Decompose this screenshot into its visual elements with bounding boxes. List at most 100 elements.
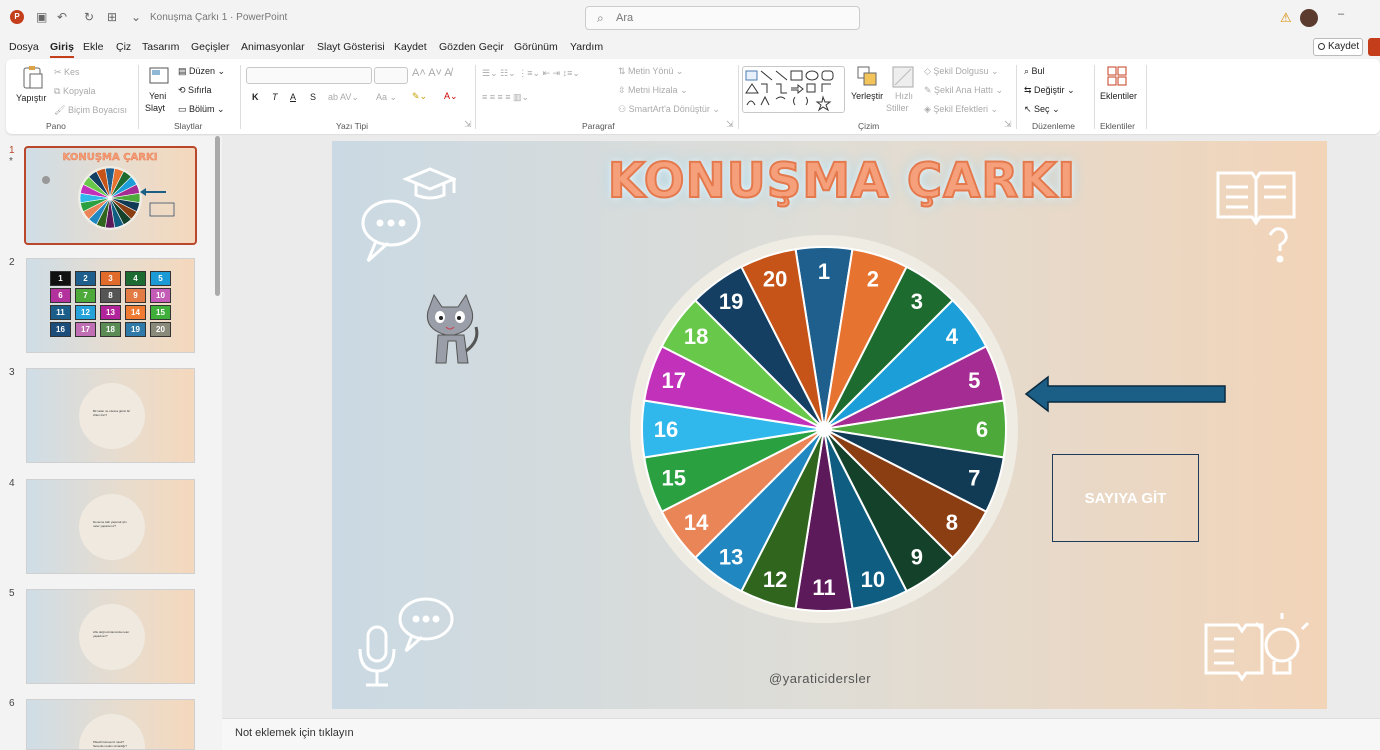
addins-icon[interactable] [1106,65,1128,87]
layout-button[interactable]: ▤ Düzen ⌄ [178,66,225,77]
wheel-hub [816,421,832,437]
wheel-number-13: 13 [719,545,743,570]
grid-cell-15: 15 [150,305,171,320]
quick-styles-icon[interactable] [891,65,915,89]
section-button[interactable]: ▭ Bölüm ⌄ [178,104,225,115]
pointer-arrow-icon[interactable] [1024,375,1229,415]
dialog-launcher-icon[interactable]: ⇲ [464,119,472,130]
book-lightbulb-icon [1204,613,1310,682]
bold-button[interactable]: K [252,92,259,102]
cut-button[interactable]: ✂ Kes [54,67,80,78]
divider [738,65,739,129]
save-icon[interactable]: ▣ [36,10,47,24]
tab-gozden-gecir[interactable]: Gözden Geçir [439,41,504,53]
divider [1146,65,1147,129]
book-question-icon [1216,171,1296,263]
shape-outline-button[interactable]: ✎ Şekil Ana Hattı ⌄ [924,85,1003,96]
slide-1-preview: KONUŞMA ÇARKI [42,152,175,230]
group-label-pano: Pano [46,121,66,131]
new-slide-button[interactable]: Yeni [149,91,166,101]
group-label-duzenleme: Düzenleme [1032,121,1075,131]
slide-number: 5 [9,588,15,599]
align-left-icon[interactable]: ≡ ≡ ≡ ≡ ▥⌄ [482,92,529,103]
replace-button[interactable]: ⇆ Değiştir ⌄ [1024,85,1075,96]
tab-tasarim[interactable]: Tasarım [142,41,179,53]
align-text-button[interactable]: ⇳ Metni Hizala ⌄ [618,85,688,96]
addins-button[interactable]: Eklentiler [1100,91,1137,101]
warning-icon[interactable]: ⚠ [1280,10,1292,26]
shapes-gallery[interactable] [742,66,845,113]
presentation-start-icon[interactable]: ⊞ [107,10,117,24]
tab-ekle[interactable]: Ekle [83,41,103,53]
bullets-icon[interactable]: ☰⌄ ☷⌄ ⋮≡⌄ ⇤ ⇥ ↕≡⌄ [482,68,580,79]
goto-number-button[interactable]: SAYIYA GİT [1052,454,1199,542]
slide-thumbnail-2[interactable]: 1 2 3 4 5 6 7 8 9 10 11 12 13 14 15 16 17 18 19 20 [26,258,195,353]
slides-scrollbar[interactable] [212,136,222,750]
slide-thumbnail-6[interactable]: Pikachi kimseniz nasıl? Sevenis neden ol… [26,699,195,750]
grid-cell-16: 16 [50,322,71,337]
record-button[interactable]: Kaydet [1313,38,1363,56]
dialog-launcher-icon[interactable]: ⇲ [1004,119,1012,130]
scrollbar-thumb[interactable] [215,136,220,296]
avatar[interactable] [1300,9,1318,27]
tab-yardim[interactable]: Yardım [570,41,603,53]
tab-giris[interactable]: Giriş [50,41,74,58]
strikethrough-icon[interactable]: ab AV⌄ [328,92,359,103]
copy-label: Kopyala [62,86,96,96]
format-painter-button[interactable]: 🖌 Biçim Boyacısı [54,105,127,116]
share-button[interactable] [1368,38,1380,56]
paste-icon[interactable] [20,64,46,90]
group-label-yazi-tipi: Yazı Tipi [336,121,368,131]
shape-effects-button[interactable]: ◈ Şekil Efektleri ⌄ [924,104,998,115]
grid-cell-12: 12 [75,305,96,320]
shape-fill-button[interactable]: ◇ Şekil Dolgusu ⌄ [924,66,999,77]
tab-animasyonlar[interactable]: Animasyonlar [241,41,305,53]
font-size-dropdown[interactable] [374,67,408,84]
undo-icon[interactable]: ↶ [57,10,67,24]
slide-canvas[interactable]: KONUŞMA ÇARKI 1 2 3 4 5 6 7 8 9 10 11 12 13 14 15 16 17 1… [332,141,1327,709]
tab-gorunum[interactable]: Görünüm [514,41,558,53]
change-case-button[interactable]: Aa ⌄ [376,92,397,103]
wheel-number-12: 12 [763,567,787,592]
arrange-icon[interactable] [856,65,878,87]
tab-gecisler[interactable]: Geçişler [191,41,230,53]
slide-thumbnail-4[interactable]: Deneme tatlı yapmak için neler yaparsını… [26,479,195,574]
font-size-increase-icon[interactable]: A˄ A˅ A̸ [412,67,452,79]
reset-button[interactable]: ⟲ Sıfırla [178,85,212,96]
new-slide-icon[interactable] [148,65,170,87]
paste-button[interactable]: Yapıştır [16,93,46,103]
copy-button[interactable]: ⧉ Kopyala [54,86,95,97]
grid-cell-19: 19 [125,322,146,337]
select-button[interactable]: ↖ Seç ⌄ [1024,104,1060,115]
dialog-launcher-icon[interactable]: ⇲ [726,119,734,130]
tab-ciz[interactable]: Çiz [116,41,131,53]
slide-number: 4 [9,478,15,489]
tab-dosya[interactable]: Dosya [9,41,39,53]
search-input[interactable]: ⌕ Ara [585,6,860,30]
quick-styles-button[interactable]: Hızlı [895,91,913,101]
tab-kaydet[interactable]: Kaydet [394,41,427,53]
notes-pane[interactable]: Not eklemek için tıklayın [222,718,1380,750]
smartart-button[interactable]: ⚇ SmartArt'a Dönüştür ⌄ [618,104,720,115]
underline-button[interactable]: A [290,92,296,102]
customize-toolbar-icon[interactable]: ⌄ [131,10,141,24]
minimize-icon[interactable]: – [1338,8,1344,20]
arrange-button[interactable]: Yerleştir [851,91,883,101]
slide-thumbnail-5[interactable]: Afis doğru Antarsında neler yaşadınız? [26,589,195,684]
italic-button[interactable]: T [272,92,278,102]
question-text: Pikachi kimseniz nasıl? Sevenis neden ol… [93,740,127,748]
shadow-button[interactable]: S [310,92,316,102]
slide-title[interactable]: KONUŞMA ÇARKI [332,152,1327,210]
divider [240,65,241,129]
tab-slayt-gosterisi[interactable]: Slayt Gösterisi [317,41,385,53]
grid-cell-5: 5 [150,271,171,286]
slide-thumbnail-1[interactable]: KONUŞMA ÇARKI [24,146,197,245]
highlight-icon[interactable]: ✎⌄ [412,91,427,102]
find-button[interactable]: ⌕ Bul [1024,66,1045,77]
speaking-wheel[interactable]: 1 234567891011121314151617181920 [628,233,1028,633]
font-name-dropdown[interactable] [246,67,372,84]
slide-thumbnail-3[interactable]: Bir tatan ne olsuna güzel bir zillen ilo… [26,368,195,463]
font-color-icon[interactable]: A⌄ [444,91,458,102]
redo-icon[interactable]: ↻ [84,10,94,24]
text-direction-button[interactable]: ⇅ Metin Yönü ⌄ [618,66,683,77]
